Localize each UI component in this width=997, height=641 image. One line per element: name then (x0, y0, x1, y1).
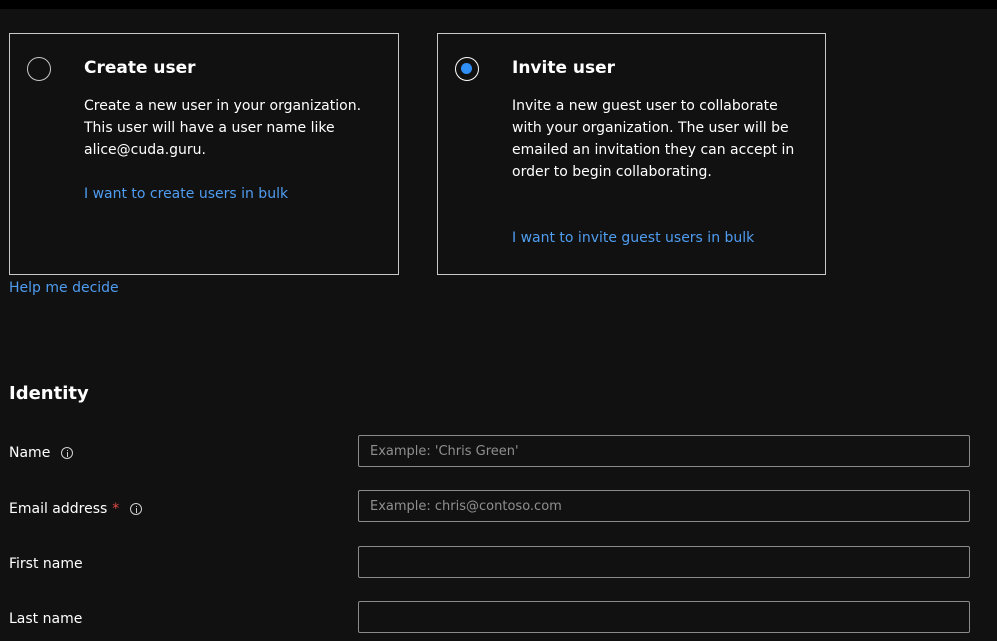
invite-user-radio[interactable] (455, 57, 479, 81)
new-user-page: Create user Create a new user in your or… (0, 9, 997, 641)
create-user-title: Create user (84, 58, 196, 78)
last-name-label: Last name (9, 611, 83, 627)
invite-user-description: Invite a new guest user to collaborate w… (512, 98, 795, 180)
info-icon[interactable] (130, 503, 143, 515)
email-label: Email address (9, 501, 108, 517)
create-user-option[interactable]: Create user Create a new user in your or… (9, 33, 399, 275)
last-name-label-group: Last name (9, 608, 82, 630)
email-input[interactable] (358, 490, 970, 522)
name-input[interactable] (358, 435, 970, 467)
first-name-label: First name (9, 556, 83, 572)
email-label-group: Email address * (9, 498, 143, 520)
invite-user-option[interactable]: Invite user Invite a new guest user to c… (437, 33, 826, 275)
invite-guest-bulk-link[interactable]: I want to invite guest users in bulk (512, 227, 754, 249)
name-label: Name (9, 445, 51, 461)
first-name-label-group: First name (9, 553, 83, 575)
name-label-group: Name (9, 442, 74, 464)
help-me-decide-link[interactable]: Help me decide (9, 277, 119, 299)
create-user-description: Create a new user in your organization. … (84, 98, 362, 158)
info-icon[interactable] (61, 447, 74, 459)
required-asterisk: * (112, 501, 120, 517)
create-user-radio[interactable] (27, 57, 51, 81)
last-name-input[interactable] (358, 601, 970, 633)
create-users-bulk-link[interactable]: I want to create users in bulk (84, 183, 288, 205)
invite-user-title: Invite user (512, 58, 616, 78)
identity-section-title: Identity (9, 383, 89, 404)
first-name-input[interactable] (358, 546, 970, 578)
